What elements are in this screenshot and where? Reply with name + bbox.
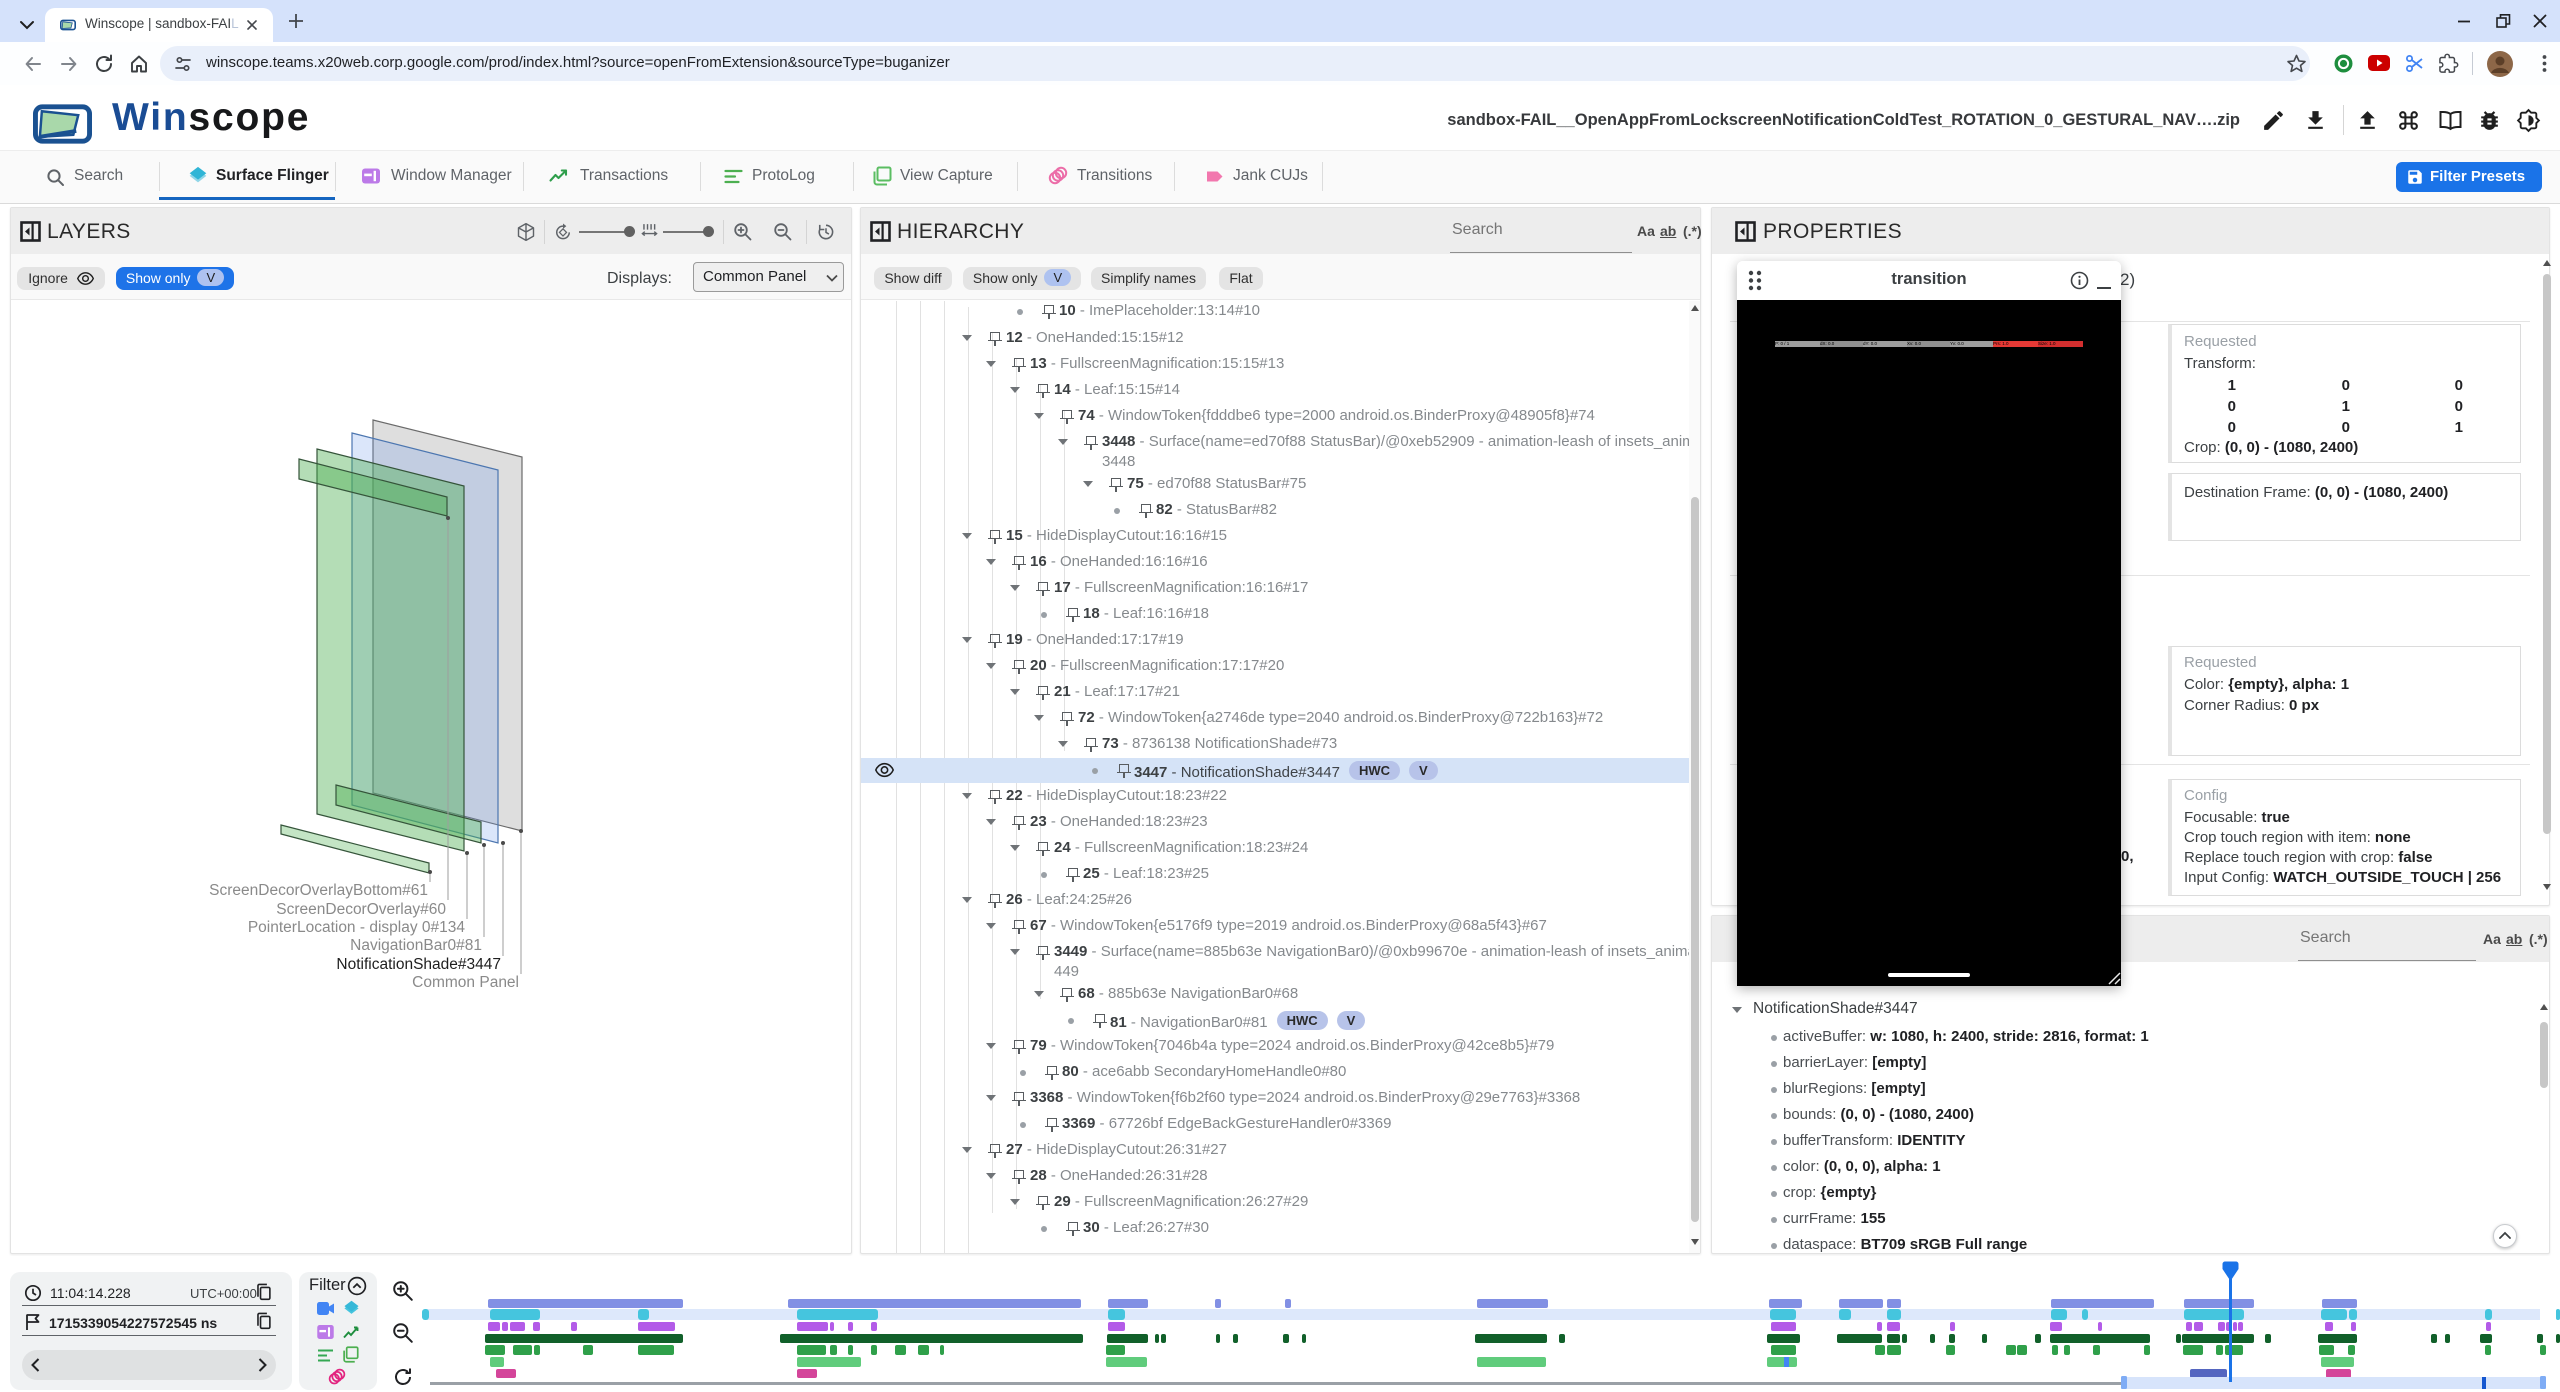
svg-text:NavigationBar0#81: NavigationBar0#81 <box>350 937 482 954</box>
svg-text:Common Panel: Common Panel <box>412 974 519 991</box>
svg-text:PointerLocation - display 0#13: PointerLocation - display 0#134 <box>248 919 466 936</box>
svg-text:NotificationShade#3447: NotificationShade#3447 <box>336 956 501 973</box>
svg-text:ScreenDecorOverlay#60: ScreenDecorOverlay#60 <box>276 901 446 918</box>
svg-text:ScreenDecorOverlayBottom#61: ScreenDecorOverlayBottom#61 <box>209 882 428 899</box>
